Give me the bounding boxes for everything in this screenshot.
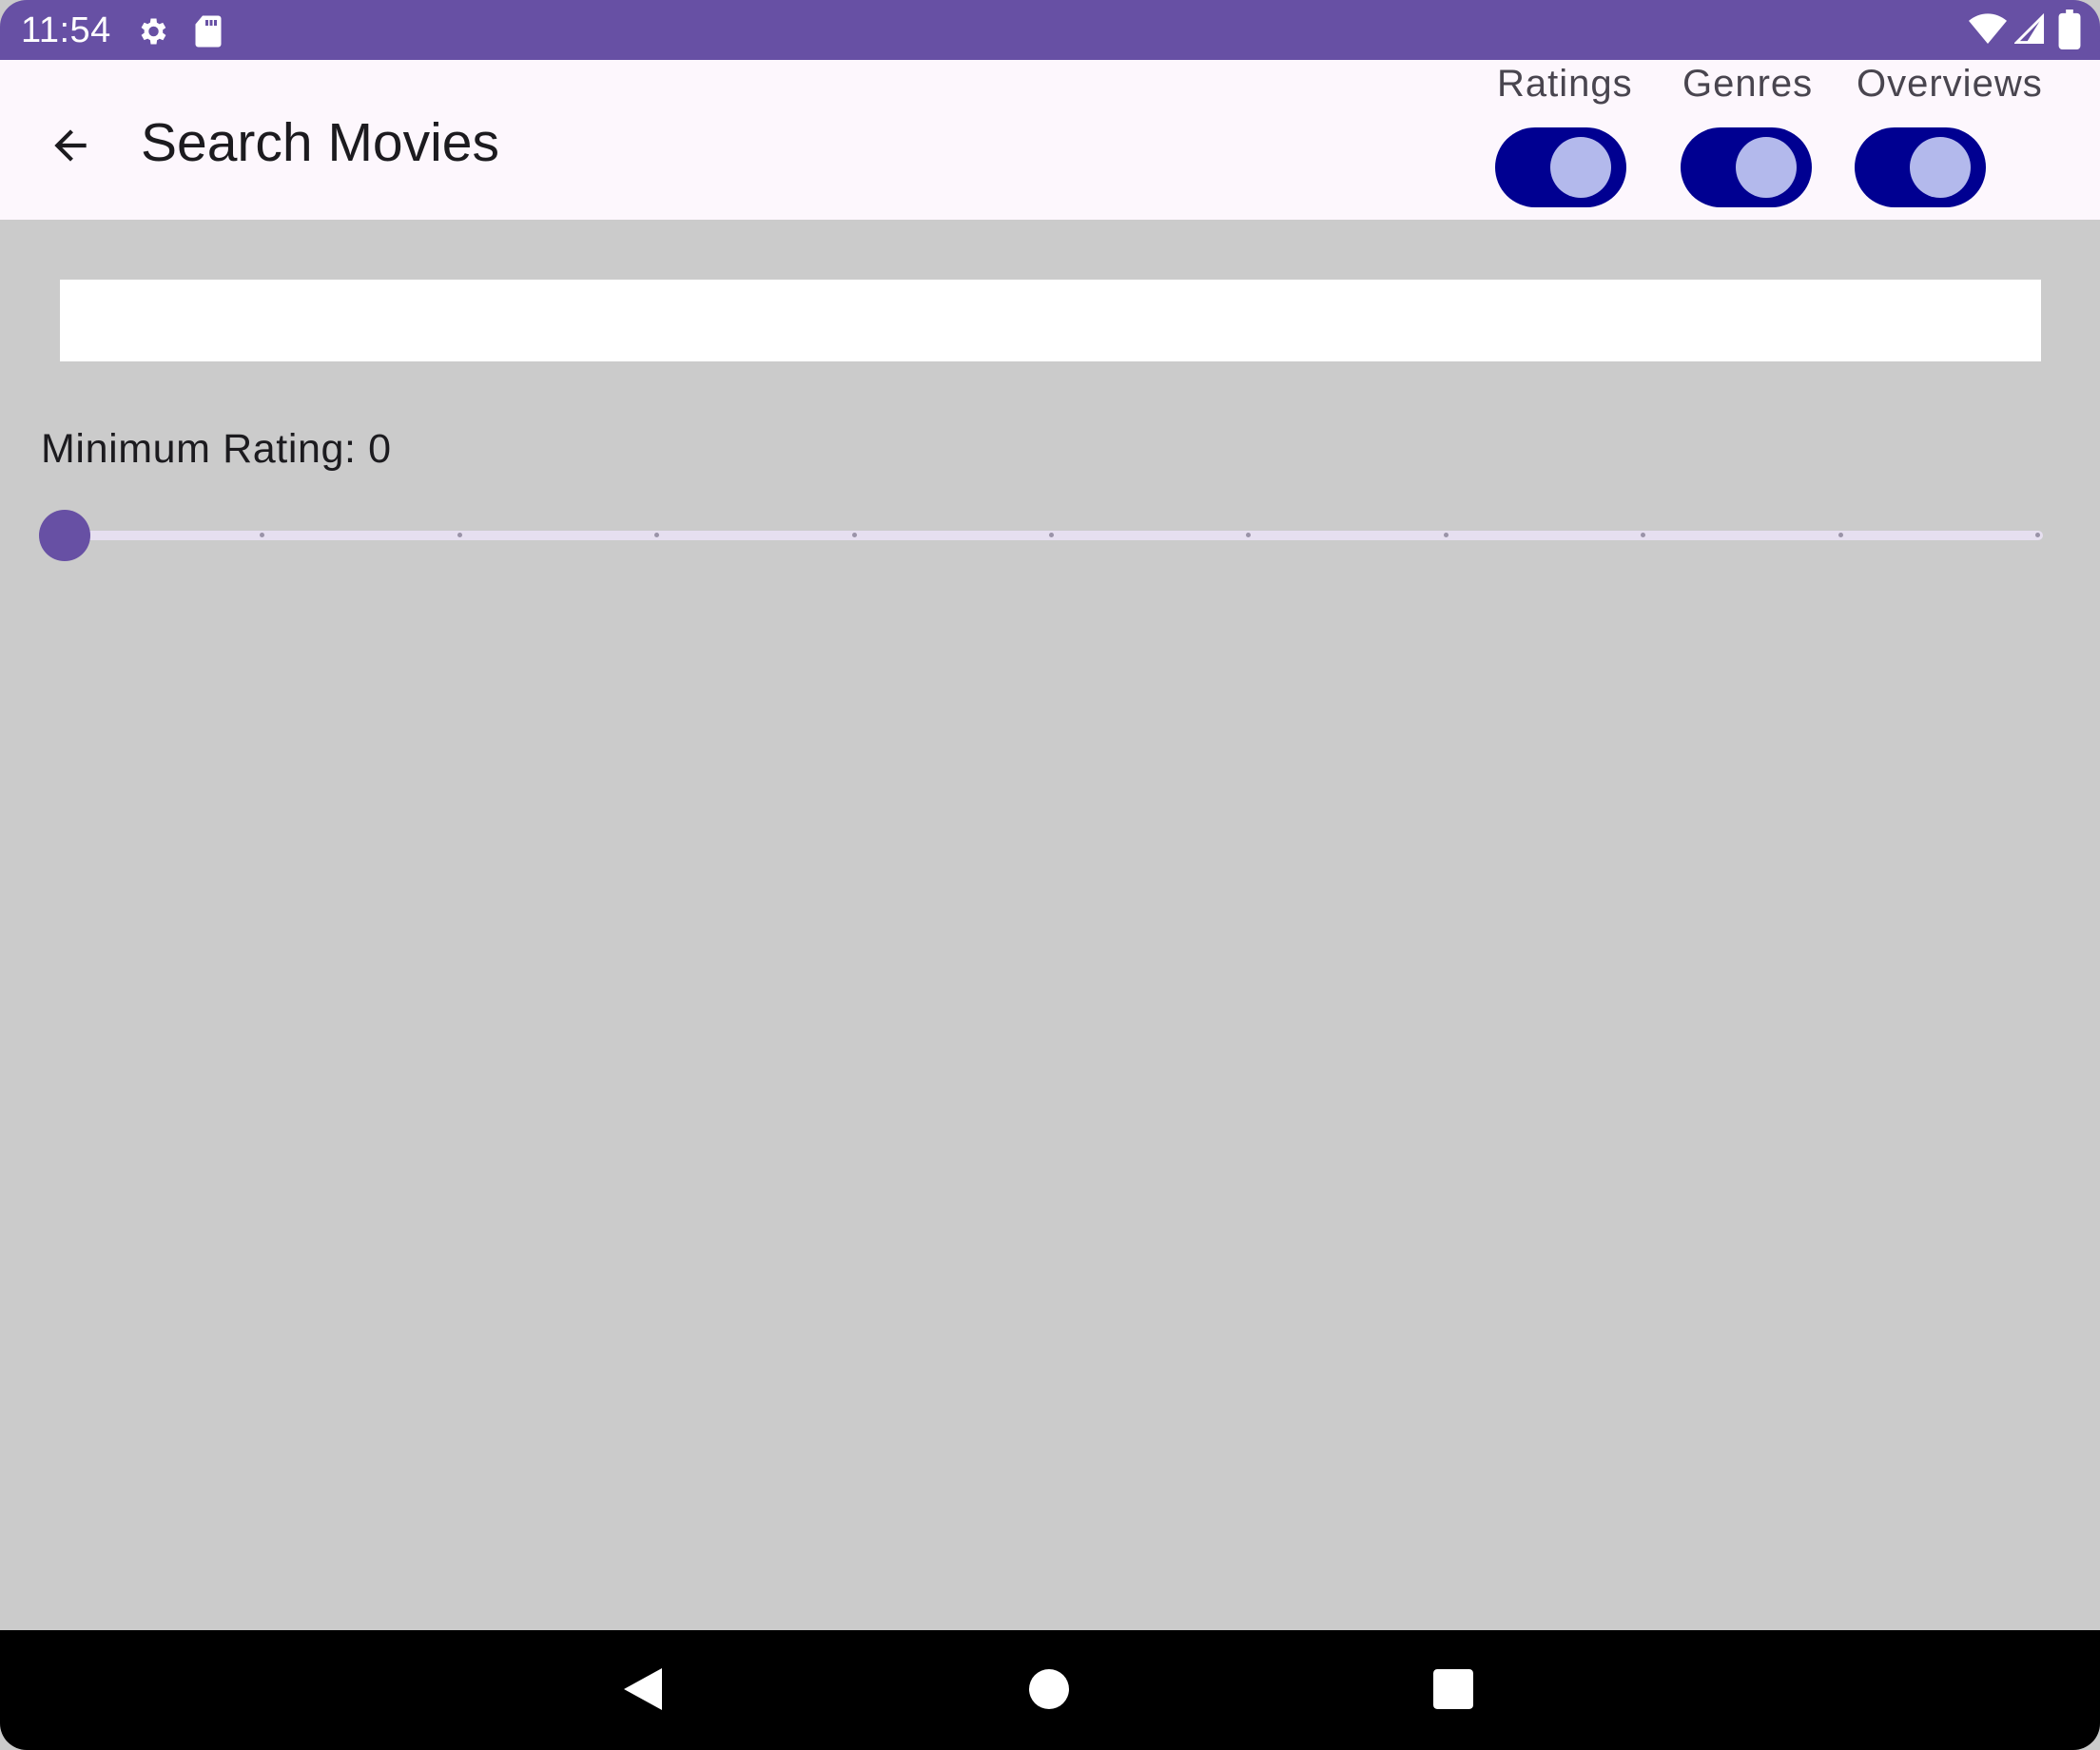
home-circle-icon [1029, 1669, 1069, 1709]
app-bar: Search Movies Ratings Genres Overviews [0, 60, 2100, 220]
slider-tick [1443, 533, 1449, 537]
nav-home-button[interactable] [1011, 1651, 1087, 1727]
back-button[interactable] [32, 107, 108, 184]
slider-tick [2035, 533, 2040, 537]
slider-tick [851, 533, 857, 537]
back-triangle-icon [624, 1668, 662, 1710]
page-title: Search Movies [141, 112, 499, 173]
nav-recents-button[interactable] [1415, 1651, 1491, 1727]
signal-icon [2014, 13, 2045, 45]
nav-back-button[interactable] [605, 1655, 681, 1723]
toggle-label-genres: Genres [1682, 63, 1814, 105]
genres-switch[interactable] [1681, 127, 1812, 207]
wifi-icon [1969, 13, 2007, 45]
slider-track [65, 531, 2043, 540]
toggle-genres: Genres [1681, 60, 1823, 220]
ratings-switch[interactable] [1495, 127, 1626, 207]
toggle-label-overviews: Overviews [1857, 63, 2043, 105]
switch-thumb [1550, 137, 1611, 198]
toggle-label-ratings: Ratings [1497, 63, 1633, 105]
switch-thumb [1910, 137, 1971, 198]
minimum-rating-label: Minimum Rating: 0 [41, 424, 392, 474]
minimum-rating-slider[interactable] [38, 508, 2043, 561]
slider-thumb[interactable] [39, 510, 90, 561]
system-nav-bar [0, 1630, 2100, 1750]
status-time: 11:54 [21, 10, 111, 50]
slider-tick [1838, 533, 1843, 537]
search-input[interactable] [60, 280, 2041, 361]
toggle-ratings: Ratings [1495, 60, 1647, 220]
battery-icon [2058, 10, 2081, 49]
switch-thumb [1736, 137, 1797, 198]
recents-square-icon [1433, 1669, 1473, 1709]
arrow-back-icon [54, 129, 87, 162]
gear-icon [141, 18, 166, 45]
overviews-switch[interactable] [1855, 127, 1986, 207]
minimum-rating-text: Minimum Rating: [41, 426, 357, 472]
slider-tick [1049, 533, 1054, 537]
toggle-overviews: Overviews [1855, 60, 2054, 220]
status-bar: 11:54 [0, 0, 2100, 60]
sd-card-icon [195, 15, 222, 48]
minimum-rating-value: 0 [368, 426, 392, 472]
slider-tick [457, 533, 462, 537]
